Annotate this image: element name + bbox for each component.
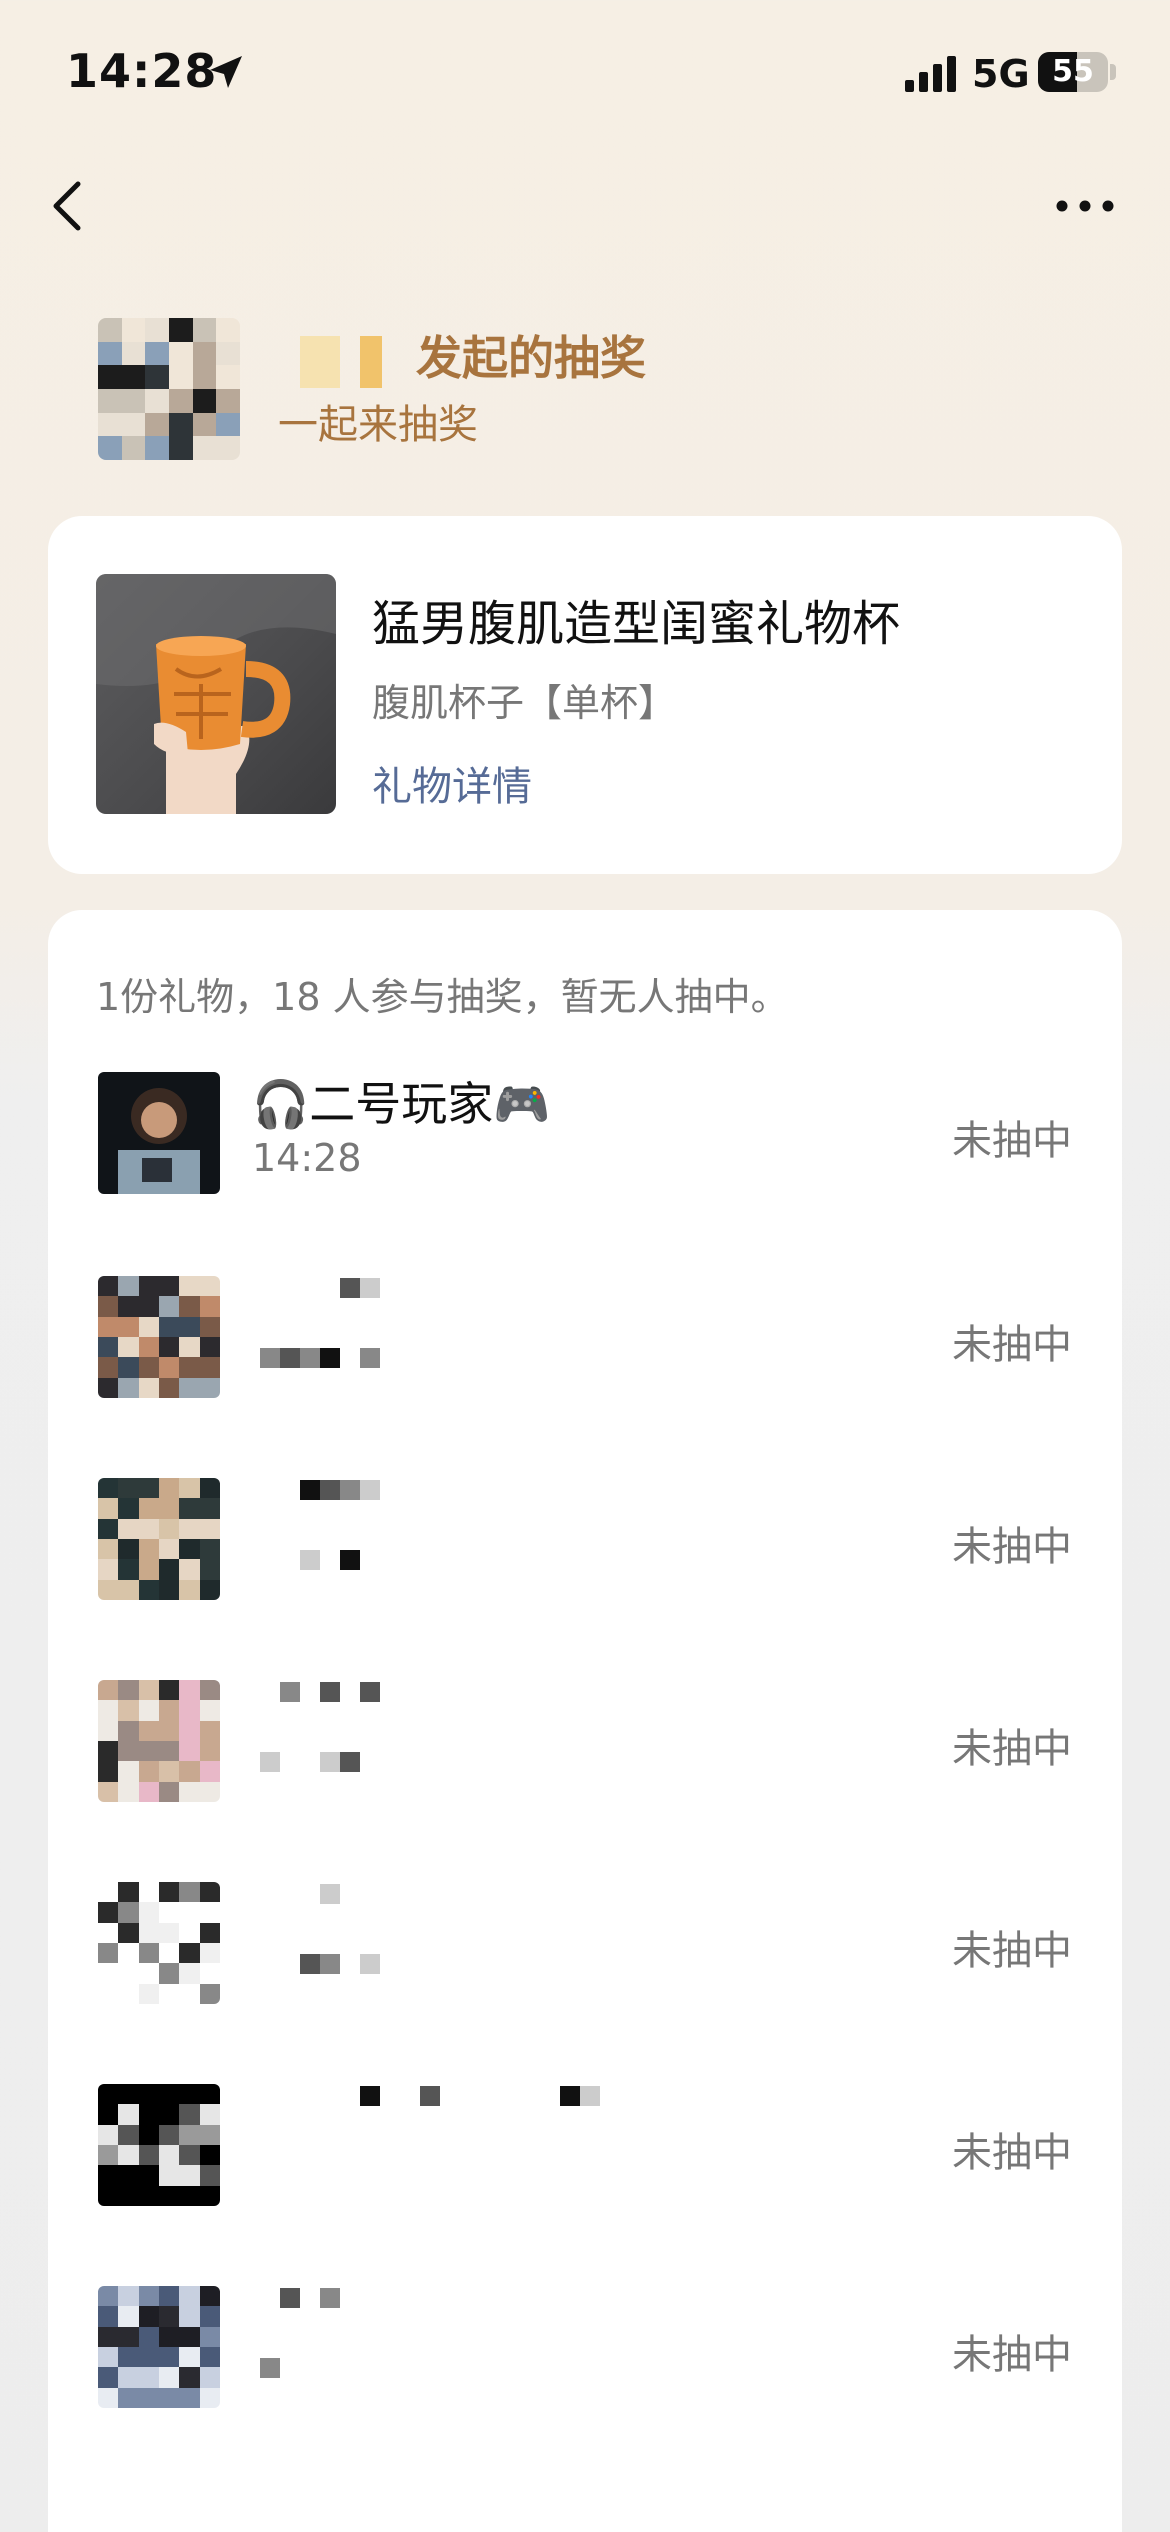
- participant-status: 未抽中: [952, 1524, 1072, 1570]
- participant-row[interactable]: 未抽中: [48, 1228, 1122, 1432]
- participant-name-redacted: [260, 1480, 720, 1600]
- participant-status: 未抽中: [952, 1726, 1072, 1772]
- participant-row[interactable]: 未抽中: [48, 2036, 1122, 2240]
- battery-percent: 55: [1052, 54, 1094, 89]
- participant-row[interactable]: 🎧二号玩家🎮 14:28 未抽中: [48, 1024, 1122, 1228]
- lottery-host-title: 发起的抽奖: [280, 322, 646, 388]
- more-button[interactable]: [1050, 180, 1120, 230]
- mug-photo: [96, 574, 336, 814]
- participants-card: 1份礼物，18 人参与抽奖，暂无人抽中。 🎧二号玩家🎮 14:28 未抽中 未抽中 未抽…: [48, 910, 1122, 2532]
- gift-variant: 腹肌杯子【单杯】: [372, 681, 677, 725]
- participant-row[interactable]: 未抽中: [48, 2238, 1122, 2442]
- participant-avatar[interactable]: [98, 1680, 220, 1802]
- participant-avatar[interactable]: [98, 1072, 220, 1194]
- participant-row[interactable]: 未抽中: [48, 1632, 1122, 1836]
- participant-name: 🎧二号玩家🎮: [252, 1077, 551, 1131]
- participant-name-redacted: [260, 1884, 720, 2004]
- battery-icon: 55: [1038, 52, 1108, 92]
- participant-status: 未抽中: [952, 2130, 1072, 2176]
- location-arrow-icon: [210, 56, 242, 88]
- participant-status: 未抽中: [952, 1118, 1072, 1164]
- status-bar: 14:28 5G 55: [0, 0, 1170, 150]
- host-avatar[interactable]: [98, 318, 240, 460]
- participant-avatar[interactable]: [98, 2286, 220, 2408]
- participant-row[interactable]: 未抽中: [48, 1430, 1122, 1634]
- status-time: 14:28: [66, 44, 218, 98]
- participant-avatar[interactable]: [98, 1478, 220, 1600]
- chevron-left-icon: [53, 181, 81, 231]
- more-icon: [1056, 200, 1114, 212]
- gift-image[interactable]: [96, 574, 336, 814]
- lottery-summary: 1份礼物，18 人参与抽奖，暂无人抽中。: [96, 975, 789, 1019]
- participant-avatar[interactable]: [98, 2084, 220, 2206]
- participant-avatar[interactable]: [98, 1276, 220, 1398]
- host-title-text: 发起的抽奖: [416, 331, 646, 385]
- battery-tip: [1110, 64, 1116, 80]
- participant-name-redacted: [260, 1682, 720, 1802]
- host-name-blur: [280, 335, 410, 388]
- participant-avatar[interactable]: [98, 1882, 220, 2004]
- participant-name-redacted: [260, 2288, 720, 2408]
- cellular-signal-icon: [905, 56, 956, 92]
- gift-card[interactable]: 猛男腹肌造型闺蜜礼物杯 腹肌杯子【单杯】 礼物详情: [48, 516, 1122, 874]
- participant-status: 未抽中: [952, 2332, 1072, 2378]
- participant-status: 未抽中: [952, 1928, 1072, 1974]
- network-type: 5G: [972, 52, 1030, 96]
- participant-time: 14:28: [252, 1136, 362, 1180]
- participant-row[interactable]: 未抽中: [48, 1834, 1122, 2038]
- gift-name: 猛男腹肌造型闺蜜礼物杯: [372, 596, 901, 652]
- lottery-subtitle: 一起来抽奖: [278, 402, 478, 448]
- participant-name-redacted: [260, 2086, 720, 2206]
- participant-name-redacted: [260, 1278, 720, 1398]
- gift-detail-link[interactable]: 礼物详情: [372, 754, 532, 812]
- participant-status: 未抽中: [952, 1322, 1072, 1368]
- back-button[interactable]: [44, 170, 94, 240]
